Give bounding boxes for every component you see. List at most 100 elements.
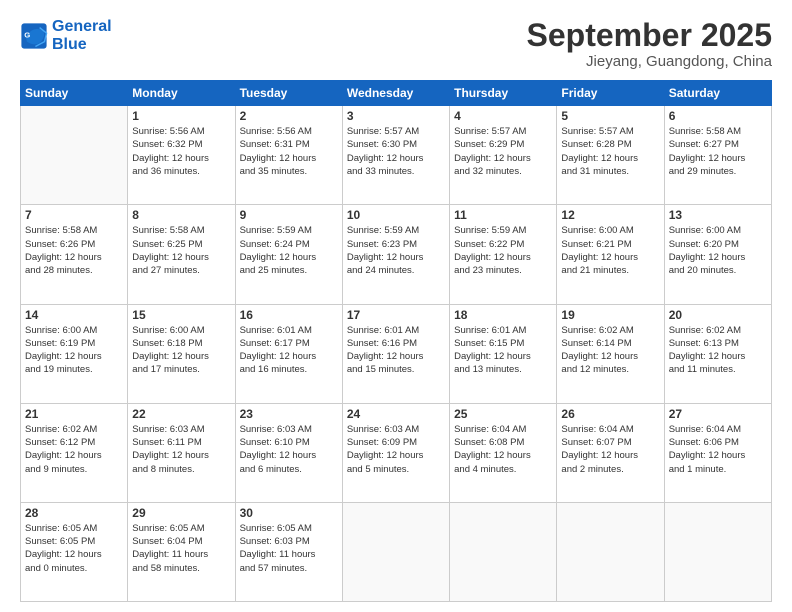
calendar-subtitle: Jieyang, Guangdong, China (527, 53, 772, 70)
day-info: Sunrise: 6:03 AMSunset: 6:09 PMDaylight:… (347, 423, 445, 476)
day-number: 2 (240, 109, 338, 123)
day-info: Sunrise: 6:01 AMSunset: 6:16 PMDaylight:… (347, 324, 445, 377)
calendar-cell: 24 Sunrise: 6:03 AMSunset: 6:09 PMDayligh… (342, 403, 449, 502)
day-number: 18 (454, 308, 552, 322)
calendar-table: SundayMondayTuesdayWednesdayThursdayFrid… (20, 80, 772, 602)
calendar-cell: 28Sunrise: 6:05 AMSunset: 6:05 PMDayligh… (21, 502, 128, 601)
day-info: Sunrise: 5:58 AMSunset: 6:26 PMDaylight:… (25, 224, 123, 277)
day-info: Sunrise: 6:05 AMSunset: 6:04 PMDaylight:… (132, 522, 230, 575)
day-number: 30 (240, 506, 338, 520)
calendar-cell: 18 Sunrise: 6:01 AMSunset: 6:15 PMDayligh… (450, 304, 557, 403)
calendar-cell (342, 502, 449, 601)
calendar-cell: 19 Sunrise: 6:02 AMSunset: 6:14 PMDayligh… (557, 304, 664, 403)
day-info: Sunrise: 5:59 AMSunset: 6:22 PMDaylight:… (454, 224, 552, 277)
day-info: Sunrise: 5:56 AMSunset: 6:32 PMDaylight:… (132, 125, 230, 178)
logo: G General Blue (20, 18, 112, 55)
calendar-week-row: 7 Sunrise: 5:58 AMSunset: 6:26 PMDaylight… (21, 205, 772, 304)
day-number: 17 (347, 308, 445, 322)
calendar-cell: 15Sunrise: 6:00 AMSunset: 6:18 PMDayligh… (128, 304, 235, 403)
calendar-cell (450, 502, 557, 601)
day-number: 12 (561, 208, 659, 222)
day-info: Sunrise: 5:57 AMSunset: 6:29 PMDaylight:… (454, 125, 552, 178)
day-number: 28 (25, 506, 123, 520)
calendar-cell: 14 Sunrise: 6:00 AMSunset: 6:19 PMDayligh… (21, 304, 128, 403)
calendar-week-row: 14 Sunrise: 6:00 AMSunset: 6:19 PMDayligh… (21, 304, 772, 403)
logo-text-blue: Blue (52, 36, 112, 54)
logo-icon: G (20, 22, 48, 50)
day-number: 16 (240, 308, 338, 322)
calendar-week-row: 28Sunrise: 6:05 AMSunset: 6:05 PMDayligh… (21, 502, 772, 601)
day-number: 7 (25, 208, 123, 222)
calendar-title: September 2025 (527, 18, 772, 53)
calendar-header-saturday: Saturday (664, 81, 771, 106)
title-block: September 2025 Jieyang, Guangdong, China (527, 18, 772, 70)
day-info: Sunrise: 6:00 AMSunset: 6:19 PMDaylight:… (25, 324, 123, 377)
day-info: Sunrise: 6:04 AMSunset: 6:06 PMDaylight:… (669, 423, 767, 476)
day-number: 14 (25, 308, 123, 322)
calendar-cell: 6 Sunrise: 5:58 AMSunset: 6:27 PMDaylight… (664, 106, 771, 205)
calendar-cell: 4 Sunrise: 5:57 AMSunset: 6:29 PMDaylight… (450, 106, 557, 205)
calendar-week-row: 21Sunrise: 6:02 AMSunset: 6:12 PMDayligh… (21, 403, 772, 502)
day-number: 29 (132, 506, 230, 520)
calendar-cell: 29 Sunrise: 6:05 AMSunset: 6:04 PMDayligh… (128, 502, 235, 601)
calendar-cell: 17 Sunrise: 6:01 AMSunset: 6:16 PMDayligh… (342, 304, 449, 403)
svg-text:G: G (24, 31, 30, 40)
day-info: Sunrise: 6:02 AMSunset: 6:13 PMDaylight:… (669, 324, 767, 377)
calendar-cell: 7 Sunrise: 5:58 AMSunset: 6:26 PMDaylight… (21, 205, 128, 304)
day-number: 3 (347, 109, 445, 123)
calendar-cell: 3Sunrise: 5:57 AMSunset: 6:30 PMDaylight… (342, 106, 449, 205)
day-number: 15 (132, 308, 230, 322)
day-number: 22 (132, 407, 230, 421)
day-number: 20 (669, 308, 767, 322)
calendar-cell: 12 Sunrise: 6:00 AMSunset: 6:21 PMDayligh… (557, 205, 664, 304)
day-number: 5 (561, 109, 659, 123)
calendar-cell: 21Sunrise: 6:02 AMSunset: 6:12 PMDayligh… (21, 403, 128, 502)
day-info: Sunrise: 5:58 AMSunset: 6:25 PMDaylight:… (132, 224, 230, 277)
calendar-cell: 27Sunrise: 6:04 AMSunset: 6:06 PMDayligh… (664, 403, 771, 502)
day-info: Sunrise: 6:01 AMSunset: 6:17 PMDaylight:… (240, 324, 338, 377)
day-info: Sunrise: 5:59 AMSunset: 6:24 PMDaylight:… (240, 224, 338, 277)
calendar-cell: 8 Sunrise: 5:58 AMSunset: 6:25 PMDaylight… (128, 205, 235, 304)
day-number: 6 (669, 109, 767, 123)
day-number: 23 (240, 407, 338, 421)
day-info: Sunrise: 6:00 AMSunset: 6:21 PMDaylight:… (561, 224, 659, 277)
day-info: Sunrise: 6:04 AMSunset: 6:07 PMDaylight:… (561, 423, 659, 476)
calendar-cell: 10 Sunrise: 5:59 AMSunset: 6:23 PMDayligh… (342, 205, 449, 304)
day-info: Sunrise: 6:04 AMSunset: 6:08 PMDaylight:… (454, 423, 552, 476)
day-info: Sunrise: 6:03 AMSunset: 6:11 PMDaylight:… (132, 423, 230, 476)
calendar-header-tuesday: Tuesday (235, 81, 342, 106)
day-number: 10 (347, 208, 445, 222)
calendar-header-monday: Monday (128, 81, 235, 106)
day-info: Sunrise: 5:59 AMSunset: 6:23 PMDaylight:… (347, 224, 445, 277)
day-number: 24 (347, 407, 445, 421)
calendar-cell: 20 Sunrise: 6:02 AMSunset: 6:13 PMDayligh… (664, 304, 771, 403)
calendar-cell: 13 Sunrise: 6:00 AMSunset: 6:20 PMDayligh… (664, 205, 771, 304)
day-info: Sunrise: 6:02 AMSunset: 6:14 PMDaylight:… (561, 324, 659, 377)
calendar-header-wednesday: Wednesday (342, 81, 449, 106)
calendar-cell: 1 Sunrise: 5:56 AMSunset: 6:32 PMDaylight… (128, 106, 235, 205)
calendar-cell: 16 Sunrise: 6:01 AMSunset: 6:17 PMDayligh… (235, 304, 342, 403)
page-header: G General Blue September 2025 Jieyang, G… (20, 18, 772, 70)
calendar-cell: 22 Sunrise: 6:03 AMSunset: 6:11 PMDayligh… (128, 403, 235, 502)
day-info: Sunrise: 5:58 AMSunset: 6:27 PMDaylight:… (669, 125, 767, 178)
day-number: 1 (132, 109, 230, 123)
day-info: Sunrise: 6:01 AMSunset: 6:15 PMDaylight:… (454, 324, 552, 377)
day-info: Sunrise: 6:03 AMSunset: 6:10 PMDaylight:… (240, 423, 338, 476)
day-number: 25 (454, 407, 552, 421)
logo-text-general: General (52, 18, 112, 36)
calendar-cell: 26Sunrise: 6:04 AMSunset: 6:07 PMDayligh… (557, 403, 664, 502)
day-number: 19 (561, 308, 659, 322)
calendar-cell: 25 Sunrise: 6:04 AMSunset: 6:08 PMDayligh… (450, 403, 557, 502)
day-number: 13 (669, 208, 767, 222)
calendar-cell (557, 502, 664, 601)
day-number: 8 (132, 208, 230, 222)
day-number: 21 (25, 407, 123, 421)
calendar-header-friday: Friday (557, 81, 664, 106)
calendar-cell: 5 Sunrise: 5:57 AMSunset: 6:28 PMDaylight… (557, 106, 664, 205)
day-info: Sunrise: 6:00 AMSunset: 6:20 PMDaylight:… (669, 224, 767, 277)
day-number: 4 (454, 109, 552, 123)
day-info: Sunrise: 5:57 AMSunset: 6:28 PMDaylight:… (561, 125, 659, 178)
day-info: Sunrise: 6:05 AMSunset: 6:03 PMDaylight:… (240, 522, 338, 575)
calendar-header-row: SundayMondayTuesdayWednesdayThursdayFrid… (21, 81, 772, 106)
calendar-cell (664, 502, 771, 601)
